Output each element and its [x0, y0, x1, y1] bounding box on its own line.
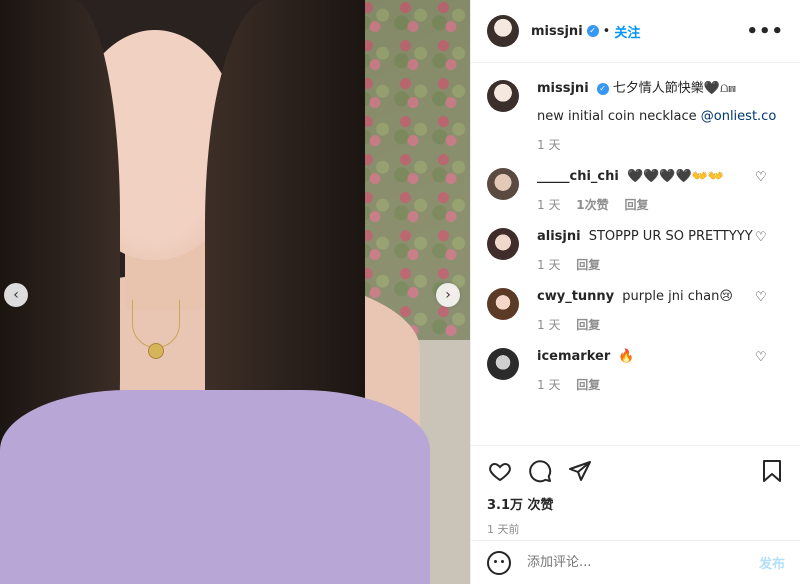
post-header: missjni ✓ • 关注 •••: [471, 0, 800, 63]
comment-time: 1 天: [537, 258, 561, 272]
necklace-chain: [132, 300, 180, 348]
caption-text: 七夕情人節快樂🖤⩍⩎: [612, 81, 736, 96]
post-actions: 3.1万 次赞 1 天前: [471, 445, 800, 547]
heart-icon[interactable]: ♡: [755, 290, 769, 305]
comments-list[interactable]: missjni ✓ 七夕情人節快樂🖤⩍⩎ new initial coin nec…: [471, 64, 800, 445]
avatar[interactable]: [487, 15, 519, 47]
separator-dot: •: [602, 23, 611, 39]
verified-badge-icon: ✓: [596, 82, 609, 95]
comment-time: 1 天: [537, 318, 561, 332]
verified-badge-icon: ✓: [586, 25, 599, 37]
heart-icon[interactable]: ♡: [755, 350, 769, 365]
comment-username[interactable]: _____chi_chi: [537, 169, 619, 184]
post-button[interactable]: 发布: [759, 553, 785, 572]
list-item: alisjni STOPPP UR SO PRETTYYY 1 天 回复 ♡: [487, 228, 785, 274]
next-image-button[interactable]: ›: [436, 283, 460, 307]
like-button[interactable]: [487, 458, 513, 484]
post-time: 1 天前: [487, 523, 520, 536]
share-button[interactable]: [567, 458, 593, 484]
avatar[interactable]: [487, 168, 519, 200]
caption: missjni ✓ 七夕情人節快樂🖤⩍⩎ new initial coin nec…: [487, 80, 785, 154]
heart-icon: [489, 462, 511, 482]
avatar[interactable]: [487, 80, 519, 112]
avatar[interactable]: [487, 228, 519, 260]
comment-time: 1 天: [537, 378, 561, 392]
chevron-left-icon: ‹: [13, 287, 19, 303]
list-item: icemarker 🔥 1 天 回复 ♡: [487, 348, 785, 394]
bookmark-icon: [763, 460, 781, 482]
follow-button[interactable]: 关注: [614, 22, 640, 41]
comment-icon: [529, 460, 552, 483]
heart-icon[interactable]: ♡: [755, 170, 769, 185]
necklace-pendant: [148, 343, 164, 359]
send-icon: [569, 461, 591, 481]
comment-username[interactable]: alisjni: [537, 229, 581, 244]
reply-button[interactable]: 回复: [624, 198, 648, 212]
list-item: _____chi_chi 🖤🖤🖤🖤👐👐 1 天 1次赞 回复 ♡: [487, 168, 785, 214]
post-username[interactable]: missjni: [531, 24, 583, 39]
comment-input[interactable]: [527, 555, 759, 570]
more-options-icon[interactable]: •••: [746, 21, 784, 42]
emoji-icon[interactable]: [487, 550, 511, 575]
reply-button[interactable]: 回复: [576, 258, 600, 272]
post-panel: missjni ✓ • 关注 ••• missjni ✓ 七夕情人節快樂🖤⩍⩎ n…: [470, 0, 800, 584]
avatar[interactable]: [487, 288, 519, 320]
save-button[interactable]: [759, 458, 785, 484]
lavender-top: [0, 390, 430, 584]
comment-button[interactable]: [527, 458, 553, 484]
comment-text: 🔥: [618, 349, 635, 364]
heart-icon[interactable]: ♡: [755, 230, 769, 245]
avatar[interactable]: [487, 348, 519, 380]
comment-username[interactable]: cwy_tunny: [537, 289, 614, 304]
comment-likes[interactable]: 1次赞: [576, 198, 608, 212]
chevron-right-icon: ›: [445, 287, 451, 303]
caption-username[interactable]: missjni: [537, 81, 589, 96]
likes-count[interactable]: 3.1万 次赞: [487, 494, 785, 513]
mention-link[interactable]: @onliest.co: [701, 109, 777, 124]
comment-time: 1 天: [537, 198, 561, 212]
list-item: cwy_tunny purple jni chan😢 1 天 回复 ♡: [487, 288, 785, 334]
reply-button[interactable]: 回复: [576, 378, 600, 392]
caption-line2: new initial coin necklace: [537, 109, 701, 124]
comment-username[interactable]: icemarker: [537, 349, 610, 364]
previous-image-button[interactable]: ‹: [4, 283, 28, 307]
comment-text: STOPPP UR SO PRETTYYY: [588, 229, 753, 244]
comment-text: purple jni chan😢: [622, 289, 733, 304]
post-media[interactable]: ‹ ›: [0, 0, 470, 584]
comment-composer: 发布: [471, 540, 800, 584]
reply-button[interactable]: 回复: [576, 318, 600, 332]
caption-time: 1 天: [537, 138, 561, 152]
comment-text: 🖤🖤🖤🖤👐👐: [626, 169, 725, 184]
